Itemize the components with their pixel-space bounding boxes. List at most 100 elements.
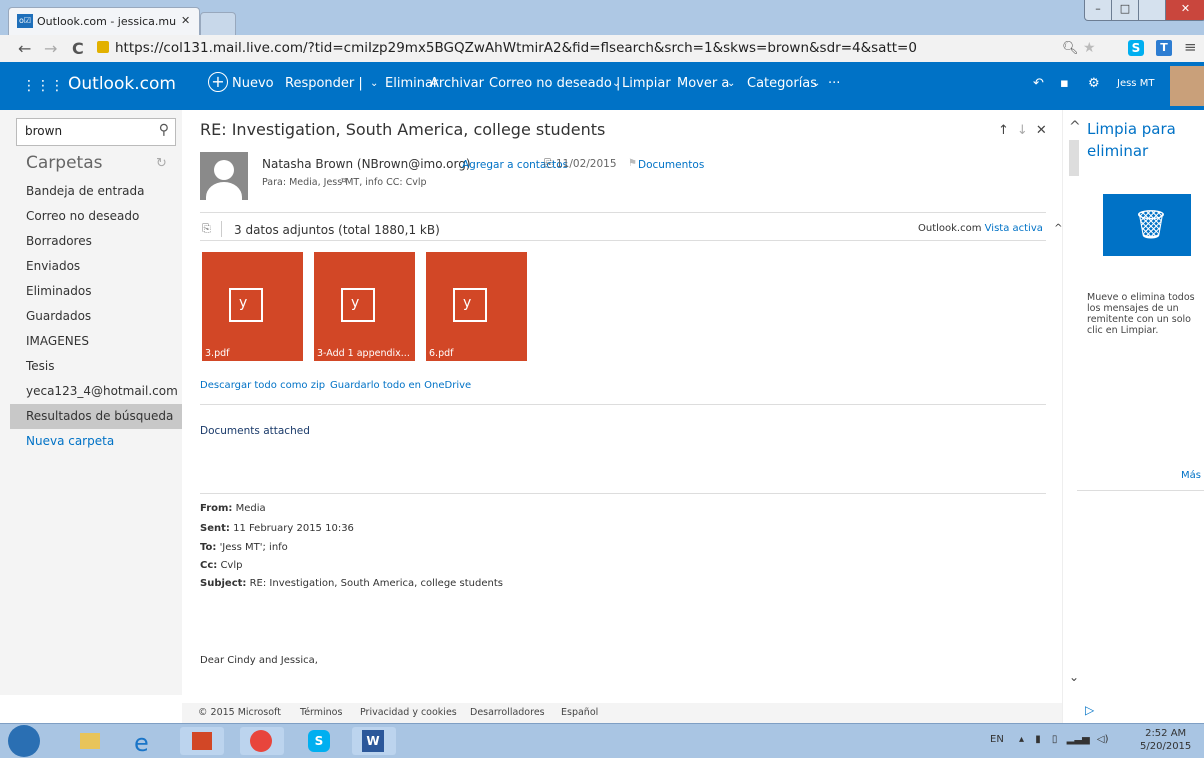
- folder-item-saved[interactable]: Guardados: [10, 304, 182, 329]
- window-restore-button[interactable]: [1138, 0, 1166, 21]
- ad-choices-icon[interactable]: ▷: [1085, 703, 1094, 717]
- clock-time: 2:52 AM: [1145, 728, 1187, 739]
- browser-menu-icon[interactable]: ≡: [1184, 38, 1197, 56]
- skype-app-icon[interactable]: S: [298, 727, 342, 755]
- new-plus-icon[interactable]: +: [208, 72, 228, 92]
- zoom-icon[interactable]: 🔍︎: [1062, 41, 1079, 56]
- close-message-icon[interactable]: ✕: [1036, 123, 1055, 138]
- more-link[interactable]: Más: [1181, 470, 1201, 481]
- copyright-text: © 2015 Microsoft: [198, 707, 281, 718]
- active-view-info: Outlook.com Vista activa ^: [918, 223, 1062, 234]
- terms-link[interactable]: Términos: [300, 707, 342, 718]
- reply-chevron-down-icon[interactable]: ⌄: [370, 78, 378, 89]
- brand-logo[interactable]: Outlook.com: [68, 74, 176, 94]
- start-button-icon[interactable]: [8, 725, 40, 757]
- signal-icon[interactable]: ▂▃▅: [1067, 734, 1090, 745]
- chrome-icon[interactable]: [240, 727, 284, 755]
- next-message-icon[interactable]: ↓: [1017, 123, 1036, 138]
- internet-explorer-icon[interactable]: e: [124, 727, 168, 757]
- page-footer: © 2015 Microsoft Términos Privacidad y c…: [182, 703, 1062, 723]
- move-to-button[interactable]: Mover a: [677, 76, 729, 91]
- user-name[interactable]: Jess MT: [1117, 78, 1154, 89]
- app-launcher-icon[interactable]: ⋮⋮⋮: [22, 79, 64, 93]
- move-chevron-down-icon[interactable]: ⌄: [727, 78, 735, 89]
- tab-close-icon[interactable]: ✕: [181, 14, 190, 27]
- folder-item-drafts[interactable]: Borradores: [10, 229, 182, 254]
- privacy-link[interactable]: Privacidad y cookies: [360, 707, 457, 718]
- search-input[interactable]: brown ⚲: [16, 118, 176, 146]
- attachments-summary: 3 datos adjuntos (total 1880,1 kB): [234, 223, 440, 237]
- tray-expand-icon[interactable]: ▴: [1019, 734, 1024, 745]
- attachment-tile[interactable]: y 6.pdf: [426, 252, 527, 361]
- reply-button[interactable]: Responder |: [285, 76, 363, 91]
- scroll-down-chevron-icon[interactable]: ⌄: [1069, 670, 1079, 684]
- word-icon[interactable]: W: [352, 727, 396, 755]
- settings-gear-icon[interactable]: ⚙: [1088, 76, 1100, 91]
- system-tray: EN ▴ ▮ ▯ ▂▃▅ ◁): [990, 734, 1108, 745]
- refresh-folders-icon[interactable]: ↻: [156, 156, 167, 171]
- junk-button[interactable]: Correo no deseado |: [489, 76, 620, 91]
- pdf-file-icon: y: [453, 288, 487, 322]
- paperclip-icon: ⎘: [544, 157, 553, 170]
- folder-item-account[interactable]: yeca123_4@hotmail.com: [10, 379, 182, 404]
- outlook-app-icon[interactable]: [180, 727, 224, 755]
- trash-icon: 🗑︎: [1133, 208, 1169, 241]
- folder-item-junk[interactable]: Correo no deseado: [10, 204, 182, 229]
- folder-item-inbox[interactable]: Bandeja de entrada: [10, 179, 182, 204]
- download-zip-link[interactable]: Descargar todo como zip: [200, 380, 325, 391]
- translate-extension-icon[interactable]: T: [1156, 40, 1172, 56]
- battery-icon[interactable]: ▯: [1052, 734, 1058, 745]
- new-button[interactable]: Nuevo: [232, 76, 274, 91]
- active-view-link[interactable]: Vista activa: [985, 223, 1043, 234]
- language-indicator[interactable]: EN: [990, 734, 1004, 745]
- language-link[interactable]: Español: [561, 707, 598, 718]
- window-minimize-button[interactable]: –: [1084, 0, 1112, 21]
- file-explorer-icon[interactable]: [68, 727, 112, 755]
- new-tab-button[interactable]: [200, 12, 236, 35]
- archive-button[interactable]: Archivar: [430, 76, 484, 91]
- sender-avatar: [200, 152, 248, 200]
- folder-item-deleted[interactable]: Eliminados: [10, 279, 182, 304]
- sender-name[interactable]: Natasha Brown (NBrown@imo.org): [262, 157, 471, 171]
- bookmark-star-icon[interactable]: ★: [1083, 40, 1096, 56]
- expand-recipients-icon[interactable]: ¤: [341, 176, 347, 186]
- undo-icon[interactable]: ↶: [1033, 76, 1044, 91]
- category-label[interactable]: Documentos: [638, 159, 704, 171]
- window-maximize-button[interactable]: □: [1111, 0, 1139, 21]
- window-close-button[interactable]: ✕: [1165, 0, 1204, 21]
- junk-chevron-down-icon[interactable]: ⌄: [612, 78, 620, 89]
- reload-icon[interactable]: C: [72, 39, 84, 58]
- taskbar-clock[interactable]: 2:52 AM 5/20/2015: [1140, 727, 1191, 753]
- sweep-button[interactable]: Limpiar: [622, 76, 671, 91]
- volume-icon[interactable]: ◁): [1097, 734, 1109, 745]
- forward-arrow-icon[interactable]: →: [44, 39, 57, 58]
- skype-extension-icon[interactable]: S: [1128, 40, 1144, 56]
- categories-chevron-down-icon[interactable]: ⌄: [812, 78, 820, 89]
- attachment-tile[interactable]: y 3.pdf: [202, 252, 303, 361]
- save-onedrive-link[interactable]: Guardarlo todo en OneDrive: [330, 380, 471, 391]
- browser-tab[interactable]: o☑ Outlook.com - jessica.mur ✕: [8, 7, 200, 36]
- sweep-trash-tile[interactable]: 🗑︎: [1103, 194, 1191, 256]
- chat-icon[interactable]: ▪: [1060, 76, 1069, 91]
- folder-item-imagenes[interactable]: IMAGENES: [10, 329, 182, 354]
- back-arrow-icon[interactable]: ←: [18, 39, 31, 58]
- windows-taskbar: e S W EN ▴ ▮ ▯ ▂▃▅ ◁) 2:52 AM 5/20/2015: [0, 723, 1204, 758]
- url-text: https://col131.mail.live.com/?tid=cmiIzp…: [115, 40, 917, 56]
- divider: [1077, 490, 1204, 491]
- flag-icon[interactable]: ⚑: [628, 158, 637, 169]
- folder-item-tesis[interactable]: Tesis: [10, 354, 182, 379]
- more-actions-button[interactable]: ···: [828, 76, 840, 91]
- pane-scrollbar[interactable]: [1069, 140, 1079, 176]
- url-bar[interactable]: https://col131.mail.live.com/?tid=cmiIzp…: [97, 38, 1147, 58]
- categories-button[interactable]: Categorías: [747, 76, 817, 91]
- search-icon[interactable]: ⚲: [159, 122, 169, 138]
- previous-message-icon[interactable]: ↑: [998, 123, 1017, 138]
- developers-link[interactable]: Desarrolladores: [470, 707, 545, 718]
- collapse-chevron-icon[interactable]: ^: [1069, 116, 1081, 138]
- folder-item-search-results[interactable]: Resultados de búsqueda: [10, 404, 182, 429]
- network-icon[interactable]: ▮: [1035, 734, 1041, 745]
- attachment-tile[interactable]: y 3-Add 1 appendix...: [314, 252, 415, 361]
- folder-item-sent[interactable]: Enviados: [10, 254, 182, 279]
- new-folder-link[interactable]: Nueva carpeta: [10, 429, 182, 454]
- user-avatar[interactable]: [1170, 66, 1204, 106]
